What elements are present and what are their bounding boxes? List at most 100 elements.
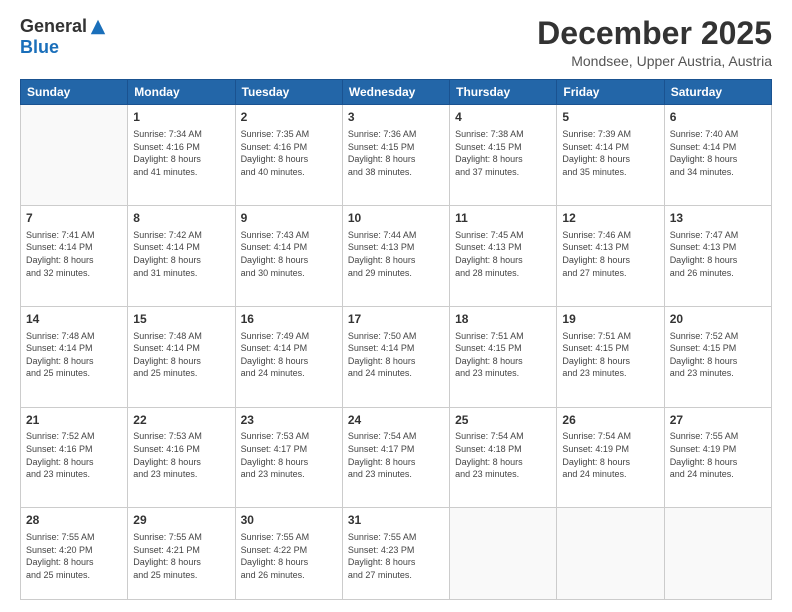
day-number: 11	[455, 210, 551, 227]
calendar-cell: 20Sunrise: 7:52 AM Sunset: 4:15 PM Dayli…	[664, 306, 771, 407]
logo-icon	[89, 18, 107, 36]
cell-content: Sunrise: 7:55 AM Sunset: 4:23 PM Dayligh…	[348, 531, 444, 581]
calendar-cell	[664, 508, 771, 600]
day-number: 25	[455, 412, 551, 429]
cell-content: Sunrise: 7:40 AM Sunset: 4:14 PM Dayligh…	[670, 128, 766, 178]
cell-content: Sunrise: 7:48 AM Sunset: 4:14 PM Dayligh…	[26, 330, 122, 380]
location: Mondsee, Upper Austria, Austria	[537, 53, 772, 69]
day-number: 29	[133, 512, 229, 529]
day-number: 19	[562, 311, 658, 328]
day-number: 16	[241, 311, 337, 328]
logo-general: General	[20, 16, 87, 37]
day-number: 24	[348, 412, 444, 429]
day-number: 1	[133, 109, 229, 126]
day-number: 4	[455, 109, 551, 126]
day-number: 3	[348, 109, 444, 126]
week-row-0: 1Sunrise: 7:34 AM Sunset: 4:16 PM Daylig…	[21, 105, 772, 206]
logo-blue: Blue	[20, 37, 59, 57]
calendar-cell: 19 Sunrise: 7:51 AM Sunset: 4:15 PM Dayli…	[557, 306, 664, 407]
week-row-2: 14 Sunrise: 7:48 AM Sunset: 4:14 PM Dayli…	[21, 306, 772, 407]
day-number: 5	[562, 109, 658, 126]
calendar-cell: 16Sunrise: 7:49 AM Sunset: 4:14 PM Dayli…	[235, 306, 342, 407]
day-number: 18	[455, 311, 551, 328]
day-number: 7	[26, 210, 122, 227]
cell-content: Sunrise: 7:47 AM Sunset: 4:13 PM Dayligh…	[670, 229, 766, 279]
header: General Blue December 2025 Mondsee, Uppe…	[20, 16, 772, 69]
cell-content: Sunrise: 7:54 AM Sunset: 4:19 PM Dayligh…	[562, 430, 658, 480]
cell-content: Sunrise: 7:42 AM Sunset: 4:14 PM Dayligh…	[133, 229, 229, 279]
calendar-cell: 2Sunrise: 7:35 AM Sunset: 4:16 PM Daylig…	[235, 105, 342, 206]
cell-content: Sunrise: 7:53 AM Sunset: 4:17 PM Dayligh…	[241, 430, 337, 480]
cell-content: Sunrise: 7:51 AM Sunset: 4:15 PM Dayligh…	[562, 330, 658, 380]
calendar-cell: 13 Sunrise: 7:47 AM Sunset: 4:13 PM Dayli…	[664, 205, 771, 306]
week-row-1: 7Sunrise: 7:41 AM Sunset: 4:14 PM Daylig…	[21, 205, 772, 306]
calendar-cell: 12 Sunrise: 7:46 AM Sunset: 4:13 PM Dayli…	[557, 205, 664, 306]
day-header-wednesday: Wednesday	[342, 80, 449, 105]
calendar-cell: 29 Sunrise: 7:55 AM Sunset: 4:21 PM Dayli…	[128, 508, 235, 600]
calendar-table: SundayMondayTuesdayWednesdayThursdayFrid…	[20, 79, 772, 600]
calendar-cell: 10Sunrise: 7:44 AM Sunset: 4:13 PM Dayli…	[342, 205, 449, 306]
cell-content: Sunrise: 7:45 AM Sunset: 4:13 PM Dayligh…	[455, 229, 551, 279]
month-title: December 2025	[537, 16, 772, 51]
calendar-cell: 15 Sunrise: 7:48 AM Sunset: 4:14 PM Dayli…	[128, 306, 235, 407]
calendar-cell: 30 Sunrise: 7:55 AM Sunset: 4:22 PM Dayli…	[235, 508, 342, 600]
day-number: 26	[562, 412, 658, 429]
day-header-saturday: Saturday	[664, 80, 771, 105]
cell-content: Sunrise: 7:46 AM Sunset: 4:13 PM Dayligh…	[562, 229, 658, 279]
week-row-3: 21Sunrise: 7:52 AM Sunset: 4:16 PM Dayli…	[21, 407, 772, 508]
cell-content: Sunrise: 7:52 AM Sunset: 4:16 PM Dayligh…	[26, 430, 122, 480]
cell-content: Sunrise: 7:53 AM Sunset: 4:16 PM Dayligh…	[133, 430, 229, 480]
calendar-cell: 4Sunrise: 7:38 AM Sunset: 4:15 PM Daylig…	[450, 105, 557, 206]
day-number: 23	[241, 412, 337, 429]
cell-content: Sunrise: 7:55 AM Sunset: 4:20 PM Dayligh…	[26, 531, 122, 581]
cell-content: Sunrise: 7:48 AM Sunset: 4:14 PM Dayligh…	[133, 330, 229, 380]
day-number: 9	[241, 210, 337, 227]
cell-content: Sunrise: 7:54 AM Sunset: 4:17 PM Dayligh…	[348, 430, 444, 480]
day-number: 31	[348, 512, 444, 529]
day-number: 8	[133, 210, 229, 227]
day-number: 30	[241, 512, 337, 529]
calendar-cell: 26Sunrise: 7:54 AM Sunset: 4:19 PM Dayli…	[557, 407, 664, 508]
calendar-cell: 22Sunrise: 7:53 AM Sunset: 4:16 PM Dayli…	[128, 407, 235, 508]
title-block: December 2025 Mondsee, Upper Austria, Au…	[537, 16, 772, 69]
week-row-4: 28 Sunrise: 7:55 AM Sunset: 4:20 PM Dayli…	[21, 508, 772, 600]
cell-content: Sunrise: 7:52 AM Sunset: 4:15 PM Dayligh…	[670, 330, 766, 380]
day-number: 14	[26, 311, 122, 328]
calendar-cell: 18 Sunrise: 7:51 AM Sunset: 4:15 PM Dayli…	[450, 306, 557, 407]
day-number: 2	[241, 109, 337, 126]
cell-content: Sunrise: 7:55 AM Sunset: 4:21 PM Dayligh…	[133, 531, 229, 581]
cell-content: Sunrise: 7:55 AM Sunset: 4:19 PM Dayligh…	[670, 430, 766, 480]
cell-content: Sunrise: 7:44 AM Sunset: 4:13 PM Dayligh…	[348, 229, 444, 279]
calendar-cell	[450, 508, 557, 600]
cell-content: Sunrise: 7:55 AM Sunset: 4:22 PM Dayligh…	[241, 531, 337, 581]
calendar-cell: 17Sunrise: 7:50 AM Sunset: 4:14 PM Dayli…	[342, 306, 449, 407]
logo: General Blue	[20, 16, 107, 58]
calendar-cell	[557, 508, 664, 600]
cell-content: Sunrise: 7:39 AM Sunset: 4:14 PM Dayligh…	[562, 128, 658, 178]
calendar-cell: 11 Sunrise: 7:45 AM Sunset: 4:13 PM Dayli…	[450, 205, 557, 306]
page: General Blue December 2025 Mondsee, Uppe…	[0, 0, 792, 612]
day-number: 12	[562, 210, 658, 227]
day-header-tuesday: Tuesday	[235, 80, 342, 105]
calendar-cell: 8 Sunrise: 7:42 AM Sunset: 4:14 PM Daylig…	[128, 205, 235, 306]
day-number: 28	[26, 512, 122, 529]
calendar-cell: 6Sunrise: 7:40 AM Sunset: 4:14 PM Daylig…	[664, 105, 771, 206]
calendar-cell: 24Sunrise: 7:54 AM Sunset: 4:17 PM Dayli…	[342, 407, 449, 508]
day-number: 27	[670, 412, 766, 429]
cell-content: Sunrise: 7:50 AM Sunset: 4:14 PM Dayligh…	[348, 330, 444, 380]
day-number: 22	[133, 412, 229, 429]
calendar-cell: 31 Sunrise: 7:55 AM Sunset: 4:23 PM Dayli…	[342, 508, 449, 600]
calendar-cell: 9Sunrise: 7:43 AM Sunset: 4:14 PM Daylig…	[235, 205, 342, 306]
calendar-cell: 5 Sunrise: 7:39 AM Sunset: 4:14 PM Daylig…	[557, 105, 664, 206]
calendar-cell	[21, 105, 128, 206]
cell-content: Sunrise: 7:36 AM Sunset: 4:15 PM Dayligh…	[348, 128, 444, 178]
calendar-cell: 23Sunrise: 7:53 AM Sunset: 4:17 PM Dayli…	[235, 407, 342, 508]
calendar-cell: 25Sunrise: 7:54 AM Sunset: 4:18 PM Dayli…	[450, 407, 557, 508]
calendar-cell: 21Sunrise: 7:52 AM Sunset: 4:16 PM Dayli…	[21, 407, 128, 508]
calendar-header-row: SundayMondayTuesdayWednesdayThursdayFrid…	[21, 80, 772, 105]
calendar-cell: 7Sunrise: 7:41 AM Sunset: 4:14 PM Daylig…	[21, 205, 128, 306]
day-number: 13	[670, 210, 766, 227]
day-number: 15	[133, 311, 229, 328]
cell-content: Sunrise: 7:54 AM Sunset: 4:18 PM Dayligh…	[455, 430, 551, 480]
cell-content: Sunrise: 7:51 AM Sunset: 4:15 PM Dayligh…	[455, 330, 551, 380]
